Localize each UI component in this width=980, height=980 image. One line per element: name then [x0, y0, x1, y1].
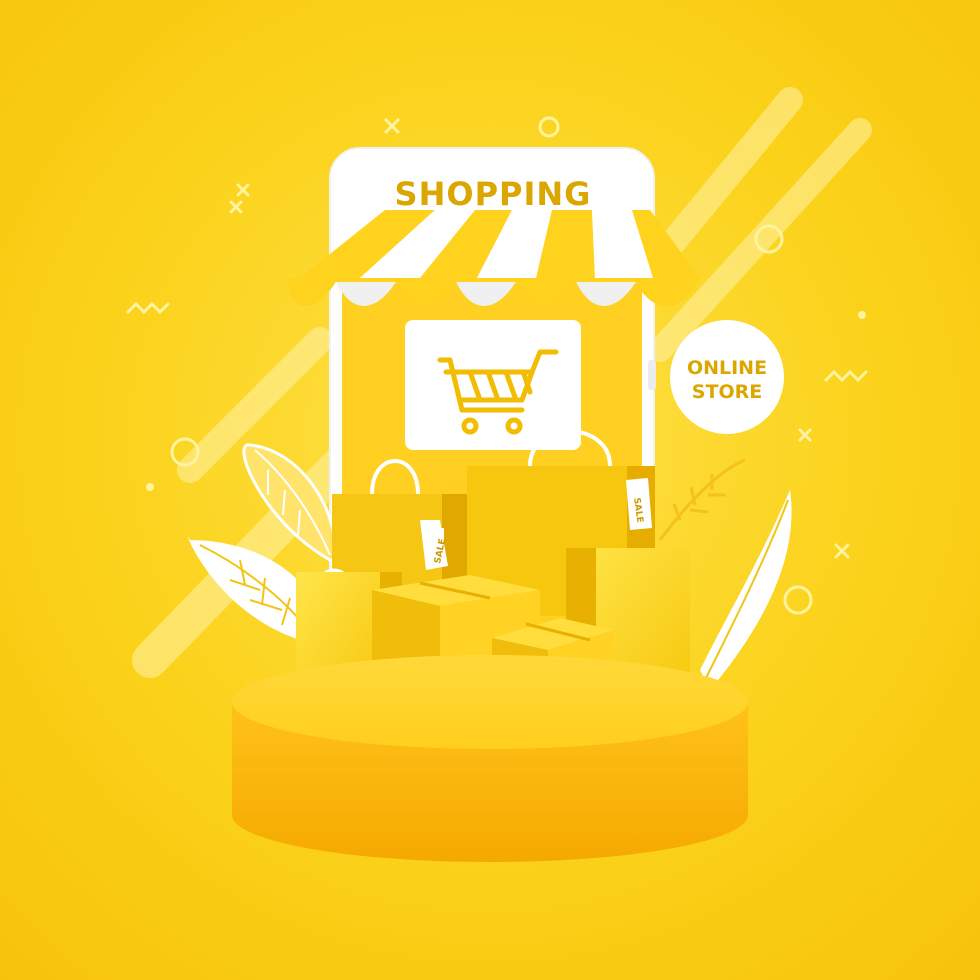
- badge-line-1: ONLINE: [687, 357, 767, 379]
- online-store-badge: ONLINE STORE: [670, 320, 784, 434]
- cart-panel: [405, 320, 581, 450]
- shopping-illustration: SHOPPING ONLINE STORE SALE SALE: [126, 87, 872, 862]
- page-title: SHOPPING: [395, 175, 592, 213]
- badge-line-2: STORE: [692, 381, 762, 403]
- display-podium: [232, 655, 748, 862]
